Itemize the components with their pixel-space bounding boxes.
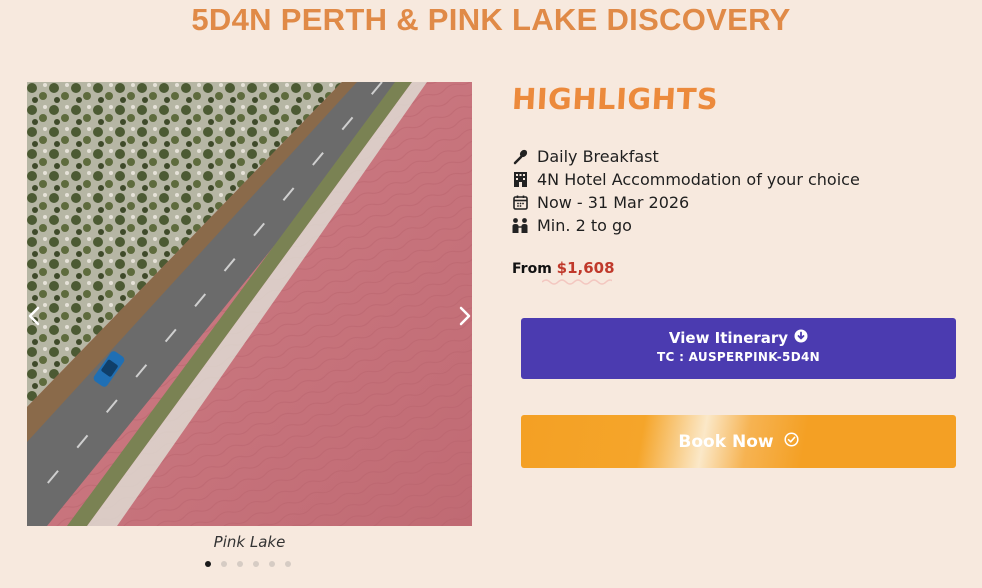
- gallery-caption: Pink Lake: [213, 533, 286, 551]
- pink-lake-photo: [27, 82, 472, 526]
- highlight-label: Now - 31 Mar 2026: [537, 193, 690, 212]
- highlight-item: Daily Breakfast: [511, 145, 860, 168]
- gallery-dot[interactable]: [237, 561, 243, 567]
- highlight-item: Min. 2 to go: [511, 214, 860, 237]
- gallery-dot[interactable]: [253, 561, 259, 567]
- calendar-icon: [511, 194, 529, 212]
- gallery-dot[interactable]: [221, 561, 227, 567]
- circle-down-arrow-icon: [794, 329, 808, 347]
- highlight-item: Now - 31 Mar 2026: [511, 191, 860, 214]
- gallery-pagination: [205, 561, 291, 567]
- chevron-right-icon: [459, 306, 471, 326]
- price-amount: $1,608: [556, 259, 615, 277]
- highlight-item: 4N Hotel Accommodation of your choice: [511, 168, 860, 191]
- underline-squiggle: [542, 279, 612, 285]
- tour-code: TC : AUSPERPINK-5D4N: [657, 350, 820, 364]
- highlights-list: Daily Breakfast 4N Hotel Accommodation o…: [511, 145, 860, 237]
- gallery-dot[interactable]: [269, 561, 275, 567]
- price: From $1,608: [512, 259, 615, 285]
- page-title: 5D4N PERTH & PINK LAKE DISCOVERY: [191, 2, 791, 37]
- gallery-dot[interactable]: [205, 561, 211, 567]
- book-now-button[interactable]: Book Now: [521, 415, 956, 468]
- book-now-label: Book Now: [678, 431, 774, 452]
- highlight-label: Daily Breakfast: [537, 147, 659, 166]
- photo-gallery[interactable]: [27, 82, 472, 526]
- gallery-prev-button[interactable]: [25, 302, 45, 330]
- circle-check-icon: [784, 431, 799, 452]
- gallery-dot[interactable]: [285, 561, 291, 567]
- hotel-icon: [511, 171, 529, 189]
- highlight-label: Min. 2 to go: [537, 216, 632, 235]
- highlight-label: 4N Hotel Accommodation of your choice: [537, 170, 860, 189]
- gallery-next-button[interactable]: [454, 302, 474, 330]
- utensil-icon: [511, 148, 529, 166]
- highlights-heading: HIGHLIGHTS: [511, 82, 720, 116]
- price-prefix: From: [512, 261, 552, 277]
- view-itinerary-label: View Itinerary: [668, 329, 789, 347]
- chevron-left-icon: [28, 306, 40, 326]
- people-icon: [511, 217, 529, 235]
- view-itinerary-button[interactable]: View Itinerary TC : AUSPERPINK-5D4N: [521, 318, 956, 379]
